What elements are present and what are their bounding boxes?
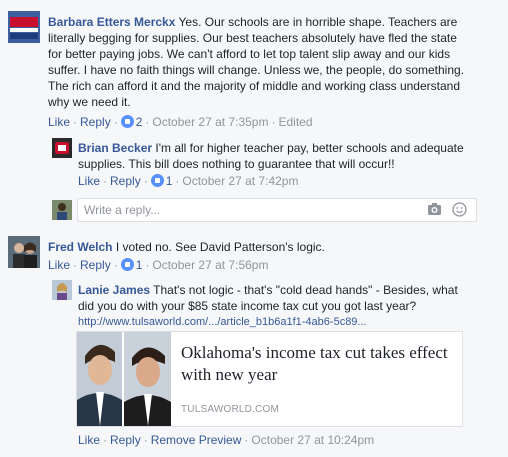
comment-text: for better paying jobs. We can't afford … [48, 47, 451, 61]
comment-actions: Like · Reply · 1 · October 27 at 7:56pm [48, 258, 269, 272]
comment-text: suffer. I have no faith things will chan… [48, 63, 465, 77]
reaction-count[interactable]: 2 [120, 115, 142, 129]
link-preview-card[interactable]: Oklahoma's income tax cut takes effect w… [76, 331, 463, 427]
comment-text: I'm all for higher teacher pay, better s… [155, 141, 464, 155]
like-link[interactable]: Like [78, 174, 100, 188]
reaction-count[interactable]: 1 [120, 258, 142, 272]
comment-text: Yes. Our schools are in horrible shape. … [178, 15, 458, 29]
reply-link[interactable]: Reply [80, 258, 111, 272]
reply-link[interactable]: Reply [80, 115, 111, 129]
like-link[interactable]: Like [48, 115, 70, 129]
comment-text: The rich can afford it and the majority … [48, 79, 460, 93]
reply-link[interactable]: Reply [110, 174, 141, 188]
timestamp[interactable]: October 27 at 10:24pm [251, 433, 374, 447]
author-name[interactable]: Fred Welch [48, 240, 112, 254]
remove-preview-link[interactable]: Remove Preview [151, 433, 242, 447]
comment-text: supplies. This bill does nothing to guar… [78, 157, 395, 171]
like-reaction-icon [120, 258, 134, 271]
timestamp[interactable]: October 27 at 7:35pm [152, 115, 268, 129]
article-url[interactable]: http://www.tulsaworld.com/.../article_b1… [78, 314, 503, 330]
like-link[interactable]: Like [78, 433, 100, 447]
edited-label[interactable]: Edited [278, 115, 312, 129]
reply-input[interactable]: Write a reply... [84, 203, 160, 217]
timestamp[interactable]: October 27 at 7:42pm [182, 174, 298, 188]
comment-actions: Like · Reply · 2 · October 27 at 7:35pm · Edited [48, 115, 313, 129]
comment-text: I voted no. See David Patterson's logic. [115, 240, 325, 254]
author-name[interactable]: Barbara Etters Merckx [48, 15, 175, 29]
avatar-lanie[interactable] [52, 280, 72, 300]
comment-text: literally begging for supplies. Our best… [48, 31, 457, 45]
like-reaction-icon [120, 115, 134, 128]
camera-icon[interactable] [427, 202, 442, 219]
author-name[interactable]: Brian Becker [78, 141, 152, 155]
comment-text: why we need it. [48, 95, 131, 109]
comment-actions: Like · Reply · 1 · October 27 at 7:42pm [78, 174, 299, 188]
comment-text: That's not logic - that's "cold dead han… [153, 283, 458, 297]
reply-body: Lanie James That's not logic - that's "c… [78, 282, 503, 330]
like-reaction-icon [150, 174, 164, 187]
timestamp[interactable]: October 27 at 7:56pm [152, 258, 268, 272]
article-domain: TULSAWORLD.COM [181, 404, 279, 415]
comment-body: Fred Welch I voted no. See David Patters… [48, 239, 325, 255]
avatar-current-user [52, 200, 72, 220]
comment-text: did you do with your $85 state income ta… [78, 299, 417, 313]
reply-input-box[interactable]: Write a reply... [77, 198, 477, 222]
reply-link[interactable]: Reply [110, 433, 141, 447]
like-link[interactable]: Like [48, 258, 70, 272]
article-thumbnail [77, 332, 171, 426]
avatar-fred[interactable] [8, 236, 40, 268]
avatar-brian[interactable] [52, 138, 72, 158]
article-title[interactable]: Oklahoma's income tax cut takes effect w… [181, 342, 456, 386]
reply-body: Brian Becker I'm all for higher teacher … [78, 140, 503, 172]
author-name[interactable]: Lanie James [78, 283, 150, 297]
reaction-count[interactable]: 1 [150, 174, 172, 188]
emoji-icon[interactable] [452, 202, 467, 220]
comment-body: Barbara Etters Merckx Yes. Our schools a… [48, 14, 503, 110]
avatar-barbara[interactable] [8, 11, 40, 43]
comment-actions: Like · Reply · Remove Preview · October 27 at … [78, 433, 375, 447]
